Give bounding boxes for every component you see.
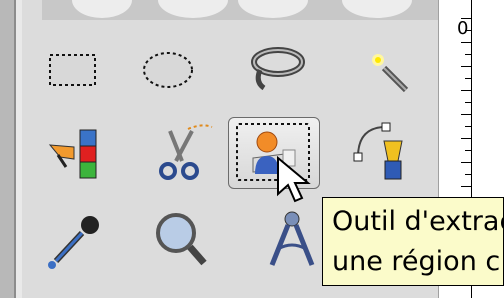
- mouse-cursor-icon: [277, 156, 311, 203]
- rect-select-tool[interactable]: [30, 34, 120, 104]
- window-left-border: [0, 0, 22, 298]
- select-by-color-icon: [48, 129, 97, 179]
- scissors-icon: [159, 124, 213, 180]
- tooltip-line-1: Outil d'extrac: [332, 206, 504, 237]
- lasso-icon: [251, 47, 305, 91]
- fuzzy-select-tool[interactable]: [340, 34, 430, 104]
- toolbox-header: [42, 0, 448, 20]
- magnifier-icon: [156, 213, 207, 266]
- free-select-tool[interactable]: [230, 34, 320, 104]
- eyedropper-icon: [48, 216, 99, 269]
- pen-nib-icon: [353, 122, 403, 180]
- color-picker-tool[interactable]: [30, 205, 120, 275]
- tool-tooltip: Outil d'extrac une région c: [322, 197, 504, 286]
- zoom-tool[interactable]: [140, 205, 230, 275]
- scissors-select-tool[interactable]: [130, 117, 220, 187]
- rect-select-icon: [49, 54, 96, 86]
- magic-wand-icon: [372, 54, 409, 93]
- ellipse-select-tool[interactable]: [120, 34, 210, 104]
- paths-tool[interactable]: [340, 117, 430, 187]
- tooltip-line-2: une région c: [332, 246, 501, 277]
- ellipse-select-icon: [143, 52, 193, 88]
- ruler-zero-label: 0: [457, 18, 469, 39]
- select-by-color-tool[interactable]: [30, 117, 120, 187]
